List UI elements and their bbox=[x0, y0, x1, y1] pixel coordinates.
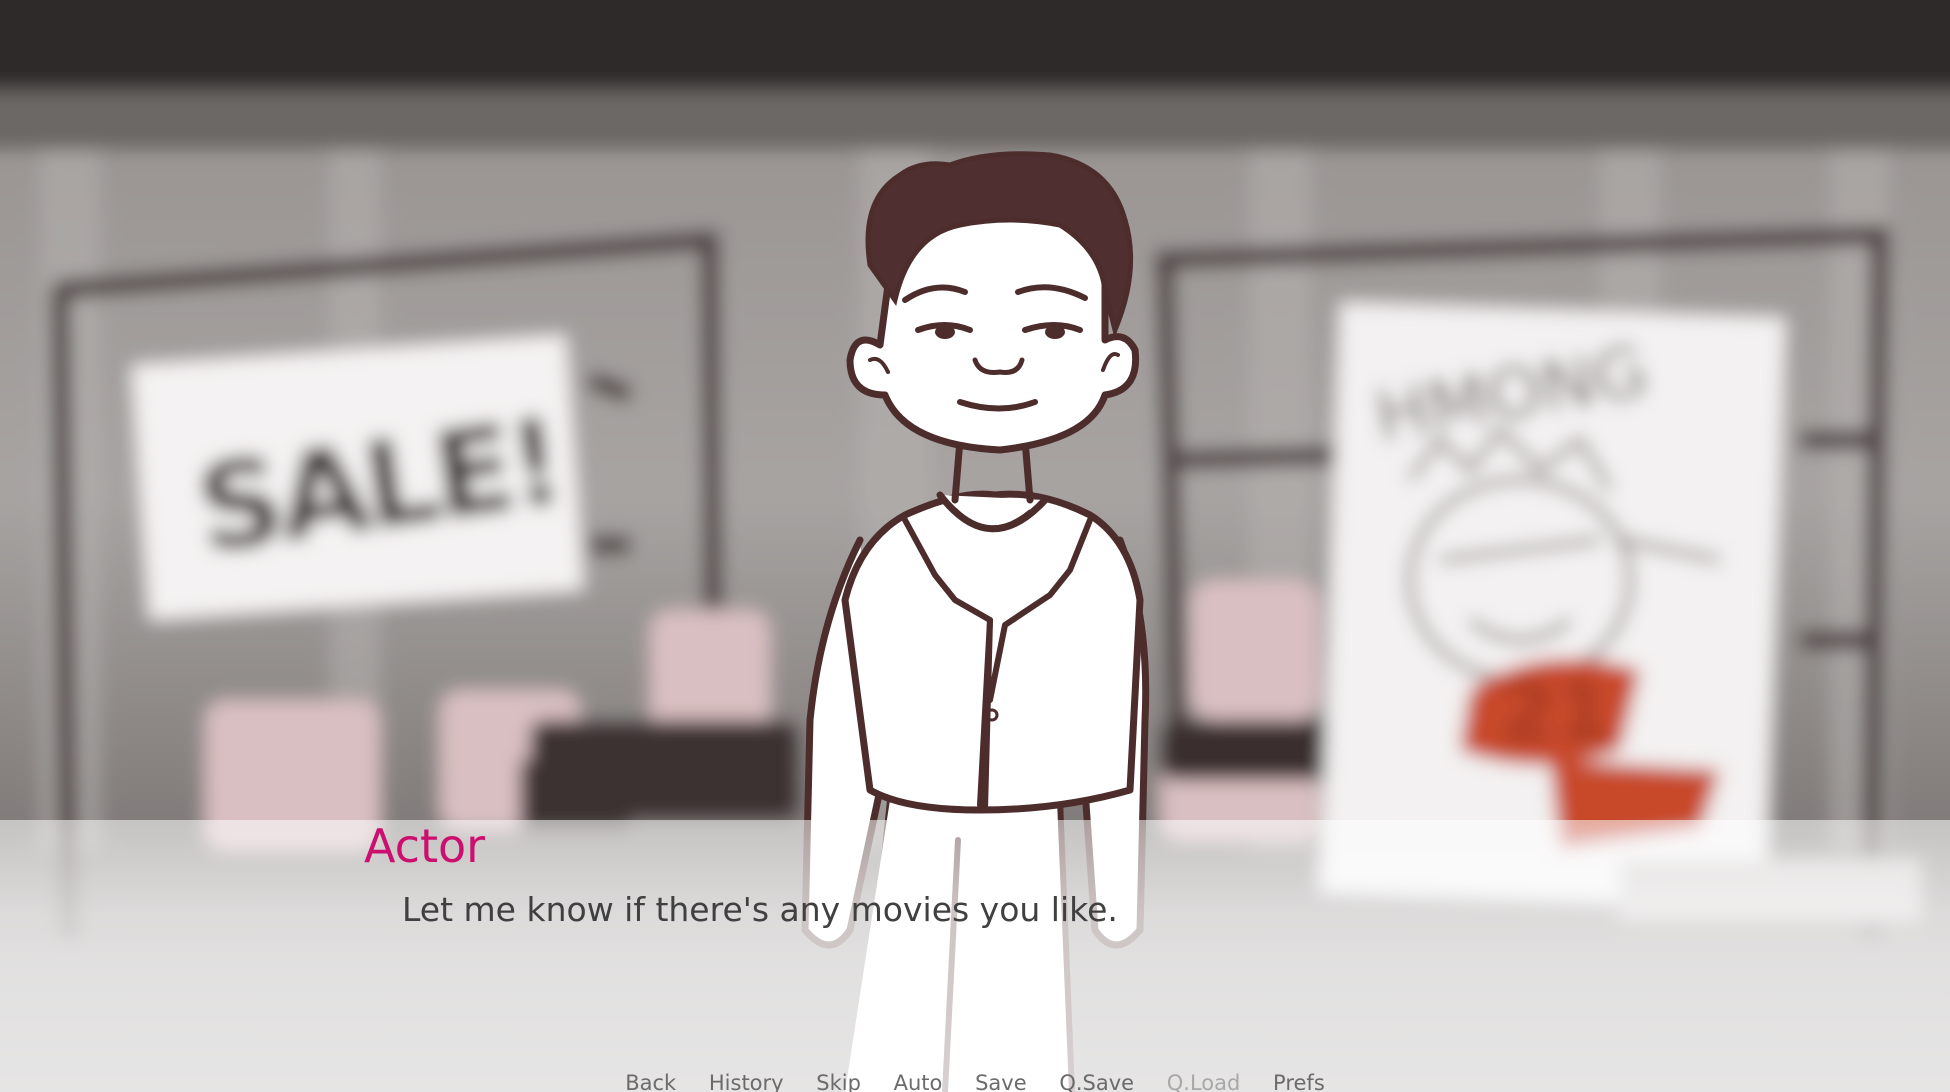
quick-menu-quick-load-button[interactable]: Q.Load bbox=[1167, 1068, 1241, 1092]
game-scene[interactable]: SALE! HMONG 21 Actor Let me know if ther… bbox=[0, 0, 1950, 1092]
quick-menu: Back History Skip Auto Save Q.Save Q.Loa… bbox=[0, 1068, 1950, 1092]
speaker-name: Actor bbox=[364, 819, 486, 873]
quick-menu-history-button[interactable]: History bbox=[709, 1068, 784, 1092]
quick-menu-skip-button[interactable]: Skip bbox=[816, 1068, 861, 1092]
quick-menu-auto-button[interactable]: Auto bbox=[894, 1068, 943, 1092]
dialogue-text: Let me know if there's any movies you li… bbox=[402, 890, 1118, 929]
quick-menu-save-button[interactable]: Save bbox=[975, 1068, 1027, 1092]
dialogue-window[interactable] bbox=[0, 820, 1950, 1092]
quick-menu-quick-save-button[interactable]: Q.Save bbox=[1059, 1068, 1134, 1092]
quick-menu-prefs-button[interactable]: Prefs bbox=[1273, 1068, 1325, 1092]
quick-menu-back-button[interactable]: Back bbox=[625, 1068, 676, 1092]
